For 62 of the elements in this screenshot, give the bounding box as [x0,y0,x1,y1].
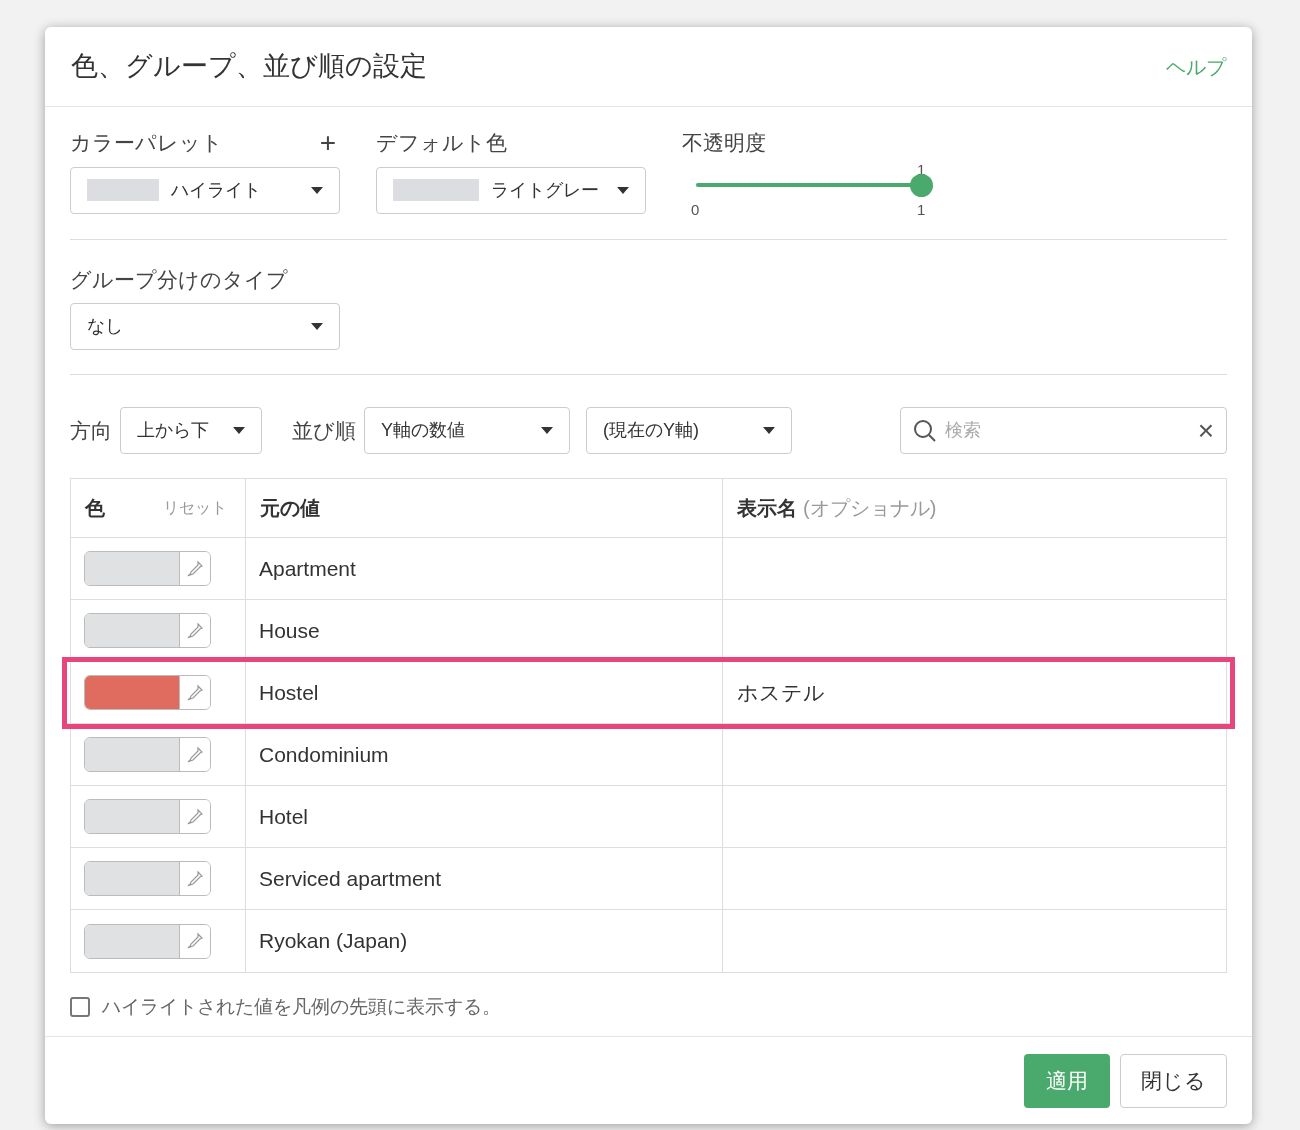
table-row[interactable]: Apartment [71,538,1226,600]
table-row[interactable]: Hostel ホステル [67,662,1230,724]
add-button[interactable]: + [319,128,340,157]
eyedropper-icon [186,932,204,950]
column-header: 色 [85,496,105,521]
axis-select[interactable]: (現在のY軸) [586,407,792,454]
column-header: 表示名 [737,496,797,521]
search-icon [913,418,937,443]
field-label: 並び順 [292,417,356,444]
column-header: 元の値 [260,496,320,521]
field-label: カラーパレット [70,130,223,156]
table-cell-text: Ryokan (Japan) [259,928,408,955]
table-row[interactable]: Ryokan (Japan) [71,910,1226,972]
color-picker[interactable] [84,737,211,772]
eyedropper-icon [186,559,204,578]
table-cell-text: Apartment [259,555,356,582]
color-picker[interactable] [84,675,211,710]
field-label: 方向 [70,417,112,444]
table-cell-text: Condominium [259,741,389,768]
slider-min-label: 0 [691,199,700,220]
table-cell-text: Serviced apartment [259,865,442,892]
slider-max-label: 1 [917,199,926,220]
caret-icon [311,323,323,330]
palette-select[interactable]: ハイライト [70,166,340,214]
table-cell-text: Hotel [259,803,309,830]
eyedropper-icon [186,745,204,764]
column-hint: (オプショナル) [803,496,937,521]
eyedropper-icon [186,869,204,888]
caret-icon [541,427,553,434]
direction-select[interactable]: 上から下 [120,407,262,454]
table-cell-text: ホステル [737,679,825,706]
table-row[interactable]: Condominium [71,724,1226,786]
color-picker[interactable] [84,551,211,586]
sort-select[interactable]: Y軸の数値 [364,407,570,454]
field-label: デフォルト色 [376,130,508,156]
search-field[interactable]: 検索 × [900,407,1227,454]
eyedropper-icon [186,807,204,826]
caret-icon [617,186,629,194]
color-picker[interactable] [84,799,211,834]
eyedropper-icon [186,621,204,640]
table-cell-text: Hostel [259,679,319,706]
field-label: グループ分けのタイプ [70,266,289,293]
caret-icon [311,186,323,194]
dialog-title: 色、グループ、並び順の設定 [71,50,427,84]
checkbox-label: ハイライトされた値を凡例の先頭に表示する。 [102,995,501,1019]
close-button[interactable]: 閉じる [1120,1053,1227,1108]
field-label: 不透明度 [682,130,767,156]
color-picker[interactable] [84,613,211,648]
table-row[interactable]: Serviced apartment [71,848,1226,910]
caret-icon [763,427,775,434]
default-color-select[interactable]: ライトグレー [376,166,646,214]
table-row[interactable]: Hotel [71,786,1226,848]
color-picker[interactable] [84,923,211,959]
checkbox[interactable] [70,997,90,1018]
caret-icon [233,427,245,434]
table-row[interactable]: House [71,600,1226,662]
clear-button[interactable]: × [1197,416,1214,445]
table-cell-text: House [259,617,320,644]
slider-thumb[interactable] [910,173,933,197]
eyedropper-icon [186,683,204,702]
grouping-select[interactable]: なし [70,303,340,350]
color-picker[interactable] [84,861,211,896]
